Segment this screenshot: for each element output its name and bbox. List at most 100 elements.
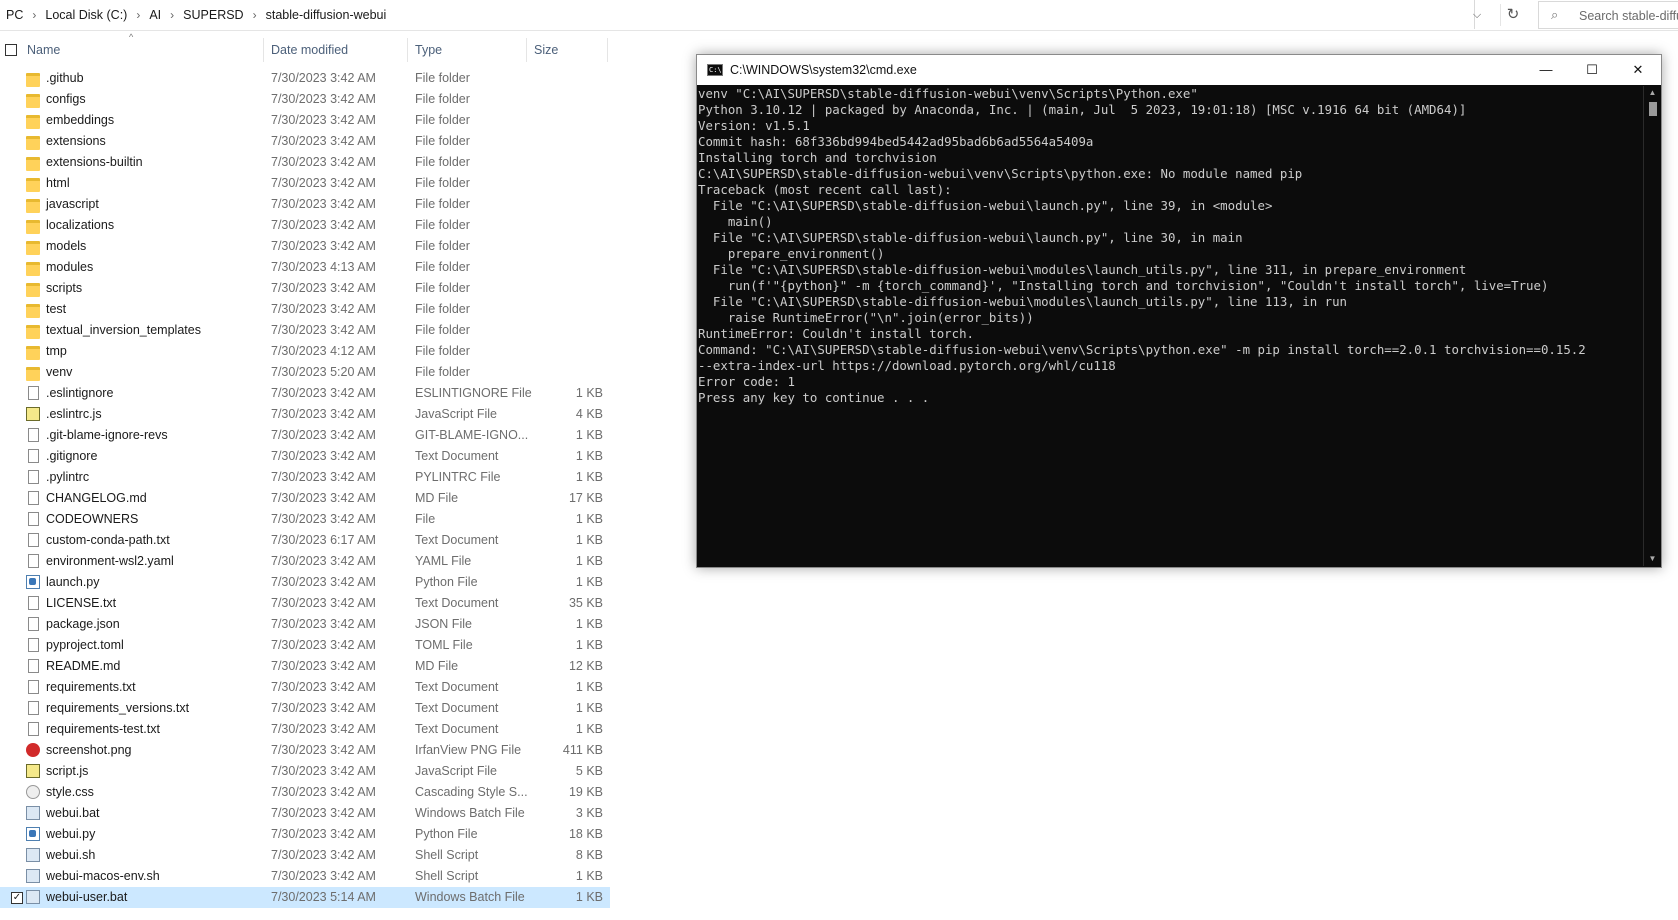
file-size: 8 KB — [575, 848, 603, 862]
file-type: File folder — [415, 71, 470, 85]
chevron-right-icon[interactable]: › — [25, 8, 43, 22]
file-row[interactable]: scripts 7/30/2023 3:42 AM File folder — [0, 278, 610, 299]
file-size: 18 KB — [568, 827, 603, 841]
cmd-output-line: C:\AI\SUPERSD\stable-diffusion-webui\ven… — [698, 166, 1303, 181]
file-row[interactable]: launch.py 7/30/2023 3:42 AM Python File 1 K… — [0, 572, 610, 593]
breadcrumb-local-disk[interactable]: Local Disk (C:) — [43, 8, 129, 22]
file-row[interactable]: venv 7/30/2023 5:20 AM File folder — [0, 362, 610, 383]
file-row[interactable]: custom-conda-path.txt 7/30/2023 6:17 AM Te… — [0, 530, 610, 551]
column-divider[interactable] — [263, 38, 264, 62]
file-row[interactable]: environment-wsl2.yaml 7/30/2023 3:42 AM YA… — [0, 551, 610, 572]
row-checkbox[interactable]: ✓ — [11, 892, 23, 904]
file-type: Text Document — [415, 449, 499, 463]
file-row[interactable]: package.json 7/30/2023 3:42 AM JSON File 1 … — [0, 614, 610, 635]
file-row[interactable]: ✓ webui-user.bat 7/30/2023 5:14 AM Windows … — [0, 887, 610, 908]
breadcrumb-pc[interactable]: PC — [4, 8, 25, 22]
column-header-type[interactable]: Type — [415, 38, 442, 62]
file-date-modified: 7/30/2023 3:42 AM — [271, 134, 376, 148]
cmd-output-line: Error code: 1 — [698, 374, 795, 389]
breadcrumb-supersd[interactable]: SUPERSD — [181, 8, 245, 22]
batch-file-icon — [26, 890, 40, 904]
file-row[interactable]: CODEOWNERS 7/30/2023 3:42 AM File 1 KB — [0, 509, 610, 530]
file-date-modified: 7/30/2023 3:42 AM — [271, 848, 376, 862]
file-row[interactable]: textual_inversion_templates 7/30/2023 3:4… — [0, 320, 610, 341]
column-header-date-modified[interactable]: Date modified — [271, 38, 348, 62]
search-box[interactable]: ⌕ Search stable-diffu — [1538, 1, 1678, 29]
file-row[interactable]: .eslintrc.js 7/30/2023 3:42 AM JavaScript … — [0, 404, 610, 425]
chevron-down-icon[interactable]: ⌵ — [1468, 6, 1486, 24]
file-row[interactable]: models 7/30/2023 3:42 AM File folder — [0, 236, 610, 257]
file-name: .eslintignore — [46, 386, 114, 400]
file-row[interactable]: localizations 7/30/2023 3:42 AM File folde… — [0, 215, 610, 236]
file-row[interactable]: test 7/30/2023 3:42 AM File folder — [0, 299, 610, 320]
chevron-right-icon[interactable]: › — [246, 8, 264, 22]
column-divider[interactable] — [526, 38, 527, 62]
file-row[interactable]: configs 7/30/2023 3:42 AM File folder — [0, 89, 610, 110]
file-type: Shell Script — [415, 869, 479, 883]
file-row[interactable]: extensions 7/30/2023 3:42 AM File folder — [0, 131, 610, 152]
file-type: Text Document — [415, 722, 499, 736]
breadcrumb-ai[interactable]: AI — [147, 8, 163, 22]
close-button[interactable]: ✕ — [1615, 55, 1661, 85]
address-box[interactable]: PC › Local Disk (C:) › AI › SUPERSD › st… — [0, 0, 1481, 29]
scroll-down-icon[interactable]: ▼ — [1644, 552, 1661, 566]
file-row[interactable]: .gitignore 7/30/2023 3:42 AM Text Document… — [0, 446, 610, 467]
column-divider[interactable] — [407, 38, 408, 62]
column-divider[interactable] — [607, 38, 608, 62]
file-type: File folder — [415, 365, 470, 379]
folder-icon — [26, 241, 40, 255]
scrollbar-thumb[interactable] — [1649, 102, 1657, 116]
file-row[interactable]: requirements_versions.txt 7/30/2023 3:42 … — [0, 698, 610, 719]
file-date-modified: 7/30/2023 3:42 AM — [271, 722, 376, 736]
file-row[interactable]: .github 7/30/2023 3:42 AM File folder — [0, 68, 610, 89]
cmd-output-line: File "C:\AI\SUPERSD\stable-diffusion-web… — [698, 198, 1273, 213]
select-all-checkbox[interactable] — [5, 44, 17, 56]
file-size: 1 KB — [575, 554, 603, 568]
folder-icon — [26, 367, 40, 381]
file-row[interactable]: webui.sh 7/30/2023 3:42 AM Shell Script 8 K… — [0, 845, 610, 866]
file-date-modified: 7/30/2023 3:42 AM — [271, 512, 376, 526]
file-row[interactable]: style.css 7/30/2023 3:42 AM Cascading Styl… — [0, 782, 610, 803]
file-row[interactable]: webui-macos-env.sh 7/30/2023 3:42 AM Shell… — [0, 866, 610, 887]
cmd-title-bar[interactable]: C:\ C:\WINDOWS\system32\cmd.exe — ☐ ✕ — [697, 55, 1661, 85]
file-row[interactable]: javascript 7/30/2023 3:42 AM File folder — [0, 194, 610, 215]
scroll-up-icon[interactable]: ▲ — [1644, 86, 1661, 100]
refresh-icon[interactable]: ↻ — [1500, 4, 1525, 26]
column-header-name[interactable]: Name — [27, 38, 60, 62]
file-row[interactable]: requirements.txt 7/30/2023 3:42 AM Text Do… — [0, 677, 610, 698]
search-placeholder[interactable]: Search stable-diffu — [1579, 9, 1678, 23]
cmd-output-line: Command: "C:\AI\SUPERSD\stable-diffusion… — [698, 342, 1586, 357]
file-row[interactable]: tmp 7/30/2023 4:12 AM File folder — [0, 341, 610, 362]
cmd-output[interactable]: venv "C:\AI\SUPERSD\stable-diffusion-web… — [697, 86, 1641, 566]
file-row[interactable]: .pylintrc 7/30/2023 3:42 AM PYLINTRC File 1… — [0, 467, 610, 488]
file-row[interactable]: README.md 7/30/2023 3:42 AM MD File 12 KB — [0, 656, 610, 677]
file-row[interactable]: CHANGELOG.md 7/30/2023 3:42 AM MD File 17 K… — [0, 488, 610, 509]
file-row[interactable]: screenshot.png 7/30/2023 3:42 AM IrfanView… — [0, 740, 610, 761]
file-row[interactable]: .git-blame-ignore-revs 7/30/2023 3:42 AM G… — [0, 425, 610, 446]
file-row[interactable]: script.js 7/30/2023 3:42 AM JavaScript Fil… — [0, 761, 610, 782]
file-row[interactable]: html 7/30/2023 3:42 AM File folder — [0, 173, 610, 194]
file-row[interactable]: webui.py 7/30/2023 3:42 AM Python File 18 K… — [0, 824, 610, 845]
minimize-button[interactable]: — — [1523, 55, 1569, 85]
breadcrumb-stable-diffusion-webui[interactable]: stable-diffusion-webui — [264, 8, 389, 22]
file-size: 1 KB — [575, 575, 603, 589]
file-type: JavaScript File — [415, 764, 497, 778]
cmd-output-line: File "C:\AI\SUPERSD\stable-diffusion-web… — [698, 230, 1243, 245]
file-row[interactable]: requirements-test.txt 7/30/2023 3:42 AM Te… — [0, 719, 610, 740]
file-row[interactable]: extensions-builtin 7/30/2023 3:42 AM File … — [0, 152, 610, 173]
file-name: javascript — [46, 197, 99, 211]
column-header-size[interactable]: Size — [534, 38, 558, 62]
cmd-scrollbar[interactable]: ▲ ▼ — [1643, 86, 1661, 566]
file-row[interactable]: .eslintignore 7/30/2023 3:42 AM ESLINTIGNO… — [0, 383, 610, 404]
chevron-right-icon[interactable]: › — [163, 8, 181, 22]
file-row[interactable]: webui.bat 7/30/2023 3:42 AM Windows Batch … — [0, 803, 610, 824]
file-type: File folder — [415, 239, 470, 253]
file-row[interactable]: modules 7/30/2023 4:13 AM File folder — [0, 257, 610, 278]
chevron-right-icon[interactable]: › — [129, 8, 147, 22]
maximize-button[interactable]: ☐ — [1569, 55, 1615, 85]
file-row[interactable]: pyproject.toml 7/30/2023 3:42 AM TOML File… — [0, 635, 610, 656]
file-row[interactable]: LICENSE.txt 7/30/2023 3:42 AM Text Documen… — [0, 593, 610, 614]
file-name: configs — [46, 92, 86, 106]
document-icon — [28, 659, 39, 673]
file-row[interactable]: embeddings 7/30/2023 3:42 AM File folder — [0, 110, 610, 131]
